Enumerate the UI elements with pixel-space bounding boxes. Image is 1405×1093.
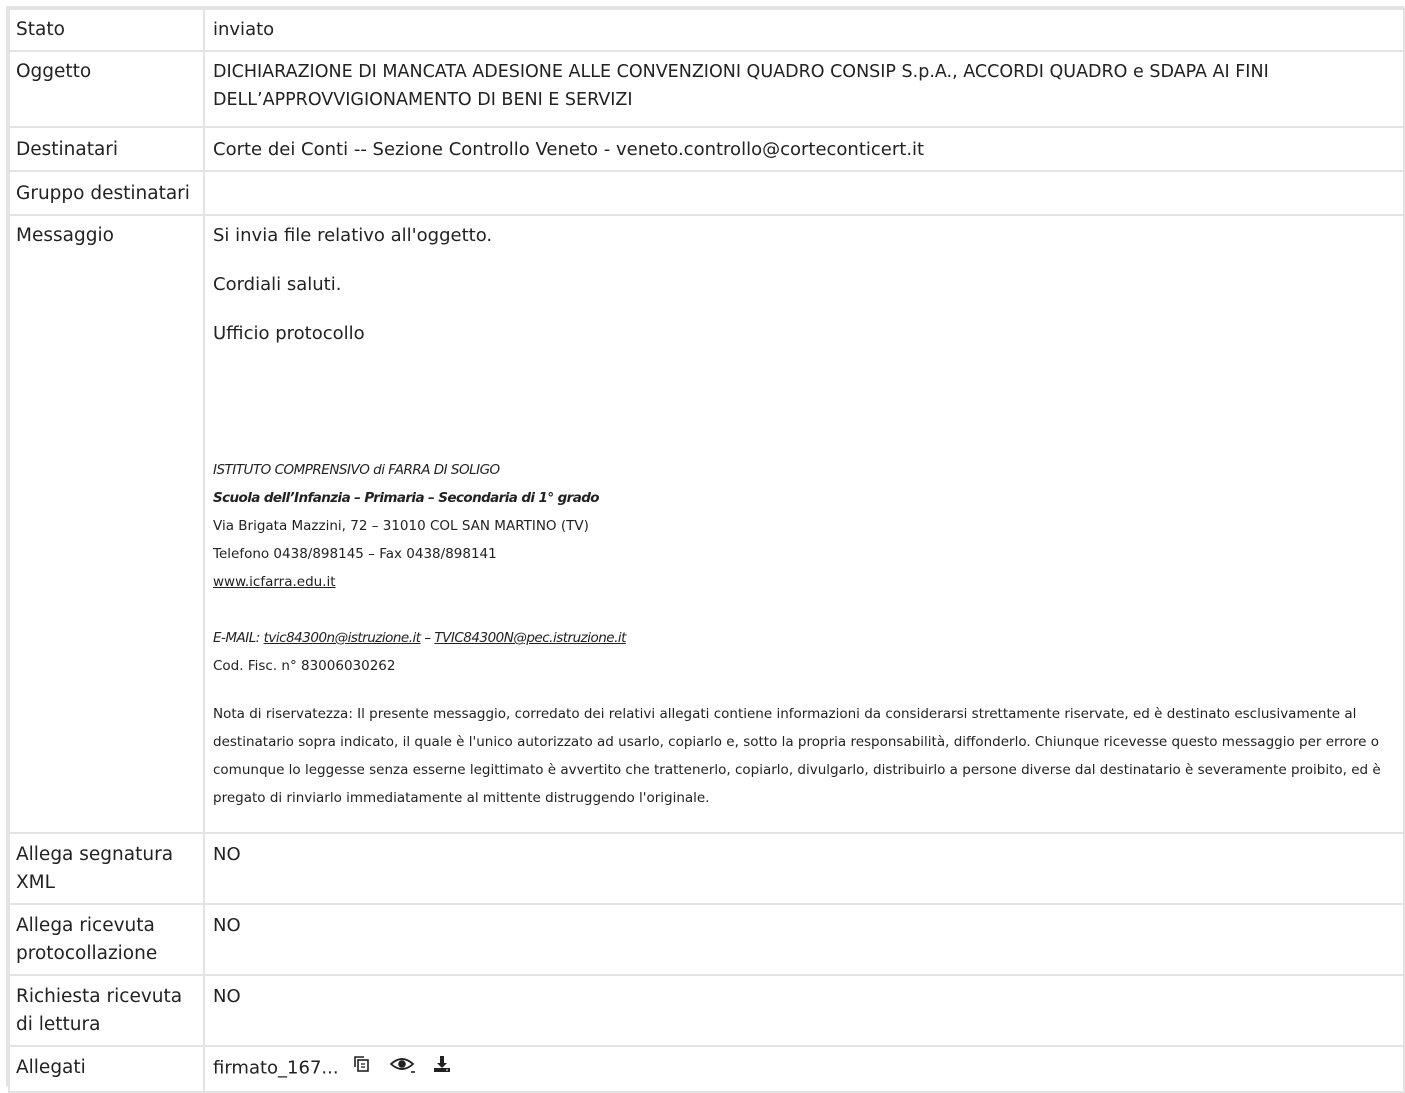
signature-school-levels: Scuola dell’Infanzia – Primaria – Second…: [213, 490, 600, 506]
label-allega-segnatura: Allega segnatura XML: [8, 832, 205, 905]
signature-school-name: ISTITUTO COMPRENSIVO di FARRA DI SOLIGO: [213, 462, 500, 478]
value-oggetto: DICHIARAZIONE DI MANCATA ADESIONE ALLE C…: [203, 50, 1405, 128]
signature-block: ISTITUTO COMPRENSIVO di FARRA DI SOLIGO …: [213, 456, 1395, 812]
row-allega-ricevuta: Allega ricevuta protocollazione NO: [8, 903, 1405, 976]
message-line-2: Cordiali saluti.: [213, 274, 342, 295]
signature-website-link[interactable]: www.icfarra.edu.it: [213, 574, 336, 590]
label-oggetto: Oggetto: [8, 50, 205, 128]
label-destinatari: Destinatari: [8, 126, 205, 172]
label-richiesta-lettura: Richiesta ricevuta di lettura: [8, 974, 205, 1047]
row-allegati: Allegati firmato_167...: [8, 1045, 1405, 1093]
signature-email-link-2[interactable]: TVIC84300N@pec.istruzione.it: [434, 630, 626, 646]
row-messaggio: Messaggio Si invia file relativo all'ogg…: [8, 214, 1405, 834]
message-line-3: Ufficio protocollo: [213, 323, 365, 344]
signature-email-label: E-MAIL:: [213, 630, 264, 646]
label-allega-ricevuta: Allega ricevuta protocollazione: [8, 903, 205, 976]
row-allega-segnatura: Allega segnatura XML NO: [8, 832, 1405, 905]
message-detail-table: Stato inviato Oggetto DICHIARAZIONE DI M…: [8, 8, 1405, 1093]
label-stato: Stato: [8, 8, 205, 52]
row-gruppo-destinatari: Gruppo destinatari: [8, 170, 1405, 216]
signature-address: Via Brigata Mazzini, 72 – 31010 COL SAN …: [213, 518, 589, 534]
privacy-disclaimer: Nota di riservatezza: Il presente messag…: [213, 706, 1381, 806]
signature-email-line: E-MAIL: tvic84300n@istruzione.it – TVIC8…: [213, 624, 1395, 652]
signature-fiscal-code: Cod. Fisc. n° 83006030262: [213, 658, 396, 674]
row-destinatari: Destinatari Corte dei Conti -- Sezione C…: [8, 126, 1405, 172]
value-gruppo-destinatari: [203, 170, 1405, 216]
attachment-file-name[interactable]: firmato_167...: [213, 1058, 339, 1079]
row-richiesta-lettura: Richiesta ricevuta di lettura NO: [8, 974, 1405, 1047]
value-stato: inviato: [203, 8, 1405, 52]
signature-phone: Telefono 0438/898145 – Fax 0438/898141: [213, 546, 497, 562]
value-allega-ricevuta: NO: [203, 903, 1405, 976]
label-messaggio: Messaggio: [8, 214, 205, 834]
signature-gap: [213, 596, 1395, 624]
detail-frame: Stato inviato Oggetto DICHIARAZIONE DI M…: [6, 6, 1405, 1093]
value-messaggio: Si invia file relativo all'oggetto. Cord…: [203, 214, 1405, 834]
value-destinatari: Corte dei Conti -- Sezione Controllo Ven…: [203, 126, 1405, 172]
label-gruppo-destinatari: Gruppo destinatari: [8, 170, 205, 216]
signature-email-separator: –: [420, 630, 435, 646]
row-stato: Stato inviato: [8, 8, 1405, 52]
signature-email-link-1[interactable]: tvic84300n@istruzione.it: [264, 630, 421, 646]
value-richiesta-lettura: NO: [203, 974, 1405, 1047]
label-allegati: Allegati: [8, 1045, 205, 1093]
value-allega-segnatura: NO: [203, 832, 1405, 905]
value-allegati: firmato_167...: [203, 1045, 1405, 1093]
message-line-1: Si invia file relativo all'oggetto.: [213, 225, 493, 246]
row-oggetto: Oggetto DICHIARAZIONE DI MANCATA ADESION…: [8, 50, 1405, 128]
